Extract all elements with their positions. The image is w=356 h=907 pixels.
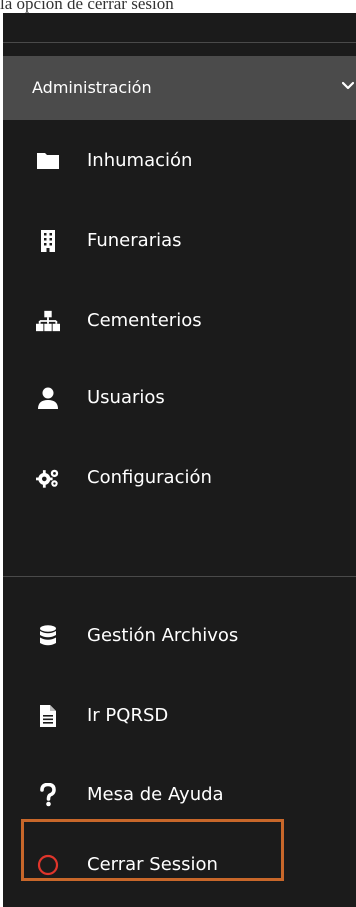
sidebar-item-cementerios[interactable]: Cementerios xyxy=(3,291,356,351)
sidebar-item-label: Inhumación xyxy=(87,150,193,171)
building-icon xyxy=(36,229,60,253)
top-caption-strip: la opción de cerrar sesión xyxy=(0,0,356,13)
divider-top xyxy=(3,42,356,43)
database-icon xyxy=(36,624,60,648)
sidebar-item-label: Cementerios xyxy=(87,310,202,331)
sidebar-item-mesa-de-ayuda[interactable]: Mesa de Ayuda xyxy=(3,765,356,825)
top-caption: la opción de cerrar sesión xyxy=(0,0,174,13)
question-icon xyxy=(36,783,60,807)
chevron-down-icon xyxy=(342,81,354,90)
sidebar-item-usuarios[interactable]: Usuarios xyxy=(3,368,356,428)
sidebar-item-configuracion[interactable]: Configuración xyxy=(3,448,356,508)
sidebar-item-gestion-archivos[interactable]: Gestión Archivos xyxy=(3,606,356,666)
user-icon xyxy=(36,386,60,410)
folder-icon xyxy=(36,149,60,173)
document-icon xyxy=(36,704,60,728)
logout-highlight-box xyxy=(21,819,284,881)
section-header-administracion[interactable]: Administración xyxy=(3,56,356,120)
sidebar-item-label: Mesa de Ayuda xyxy=(87,784,224,805)
sidebar-item-inhumacion[interactable]: Inhumación xyxy=(3,131,356,191)
sitemap-icon xyxy=(36,309,60,333)
sidebar-item-label: Funerarias xyxy=(87,230,182,251)
sidebar-item-ir-pqrsd[interactable]: Ir PQRSD xyxy=(3,686,356,746)
sidebar-item-label: Ir PQRSD xyxy=(87,705,169,726)
divider-bottom xyxy=(3,576,356,577)
sidebar-item-funerarias[interactable]: Funerarias xyxy=(3,211,356,271)
sidebar: Administración Inhumación Funerarias Cem… xyxy=(3,13,356,907)
sidebar-item-label: Gestión Archivos xyxy=(87,625,239,646)
sidebar-item-label: Configuración xyxy=(87,467,212,488)
cogs-icon xyxy=(36,466,60,490)
section-header-label: Administración xyxy=(32,78,152,97)
sidebar-item-label: Usuarios xyxy=(87,387,165,408)
